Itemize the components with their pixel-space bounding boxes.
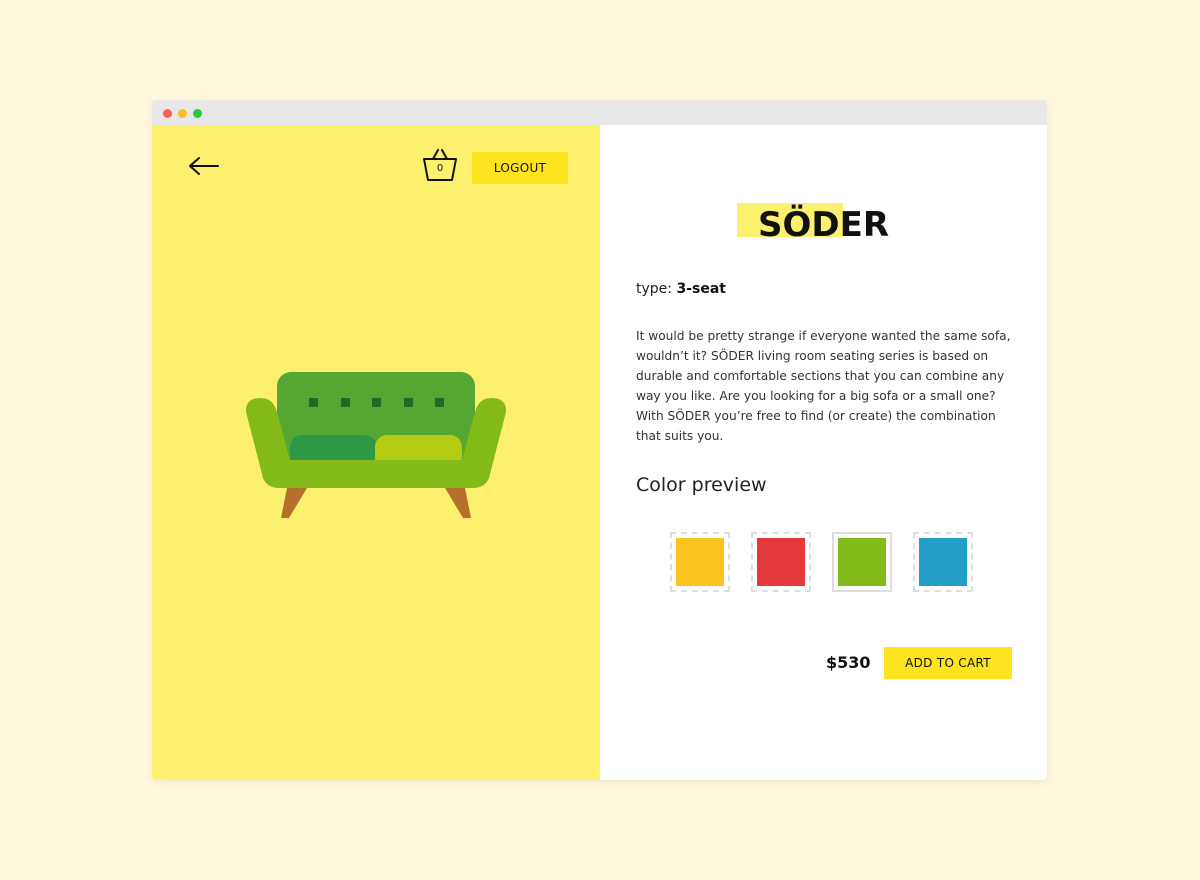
product-type: type: 3-seat (636, 281, 726, 297)
basket-icon[interactable]: 0 (422, 147, 458, 185)
swatch-fill (676, 538, 724, 586)
color-swatch-blue[interactable] (913, 532, 973, 592)
swatch-fill (838, 538, 886, 586)
browser-window: 0 LOGOUT SÖDER type: 3-seat It would be … (152, 100, 1047, 780)
product-image-panel: 0 LOGOUT (152, 125, 600, 780)
title-block: SÖDER (600, 203, 1047, 253)
product-price: $530 (826, 653, 871, 672)
swatch-fill (919, 538, 967, 586)
swatch-fill (757, 538, 805, 586)
logout-button[interactable]: LOGOUT (472, 152, 568, 184)
add-to-cart-button[interactable]: ADD TO CART (884, 647, 1012, 679)
type-value: 3-seat (676, 281, 726, 297)
type-label: type: (636, 281, 672, 297)
arrow-left-icon[interactable] (188, 155, 220, 177)
basket-count: 0 (436, 163, 444, 174)
minimize-window-dot[interactable] (178, 109, 187, 118)
color-preview-heading: Color preview (636, 474, 767, 496)
product-description: It would be pretty strange if everyone w… (636, 329, 1011, 443)
sofa-icon (245, 372, 507, 518)
color-swatch-yellow[interactable] (670, 532, 730, 592)
product-details-panel: SÖDER type: 3-seat It would be pretty st… (600, 125, 1047, 780)
close-window-dot[interactable] (163, 109, 172, 118)
product-title: SÖDER (757, 205, 890, 245)
maximize-window-dot[interactable] (193, 109, 202, 118)
color-swatch-red[interactable] (751, 532, 811, 592)
window-titlebar (152, 100, 1047, 125)
color-swatch-green[interactable] (832, 532, 892, 592)
